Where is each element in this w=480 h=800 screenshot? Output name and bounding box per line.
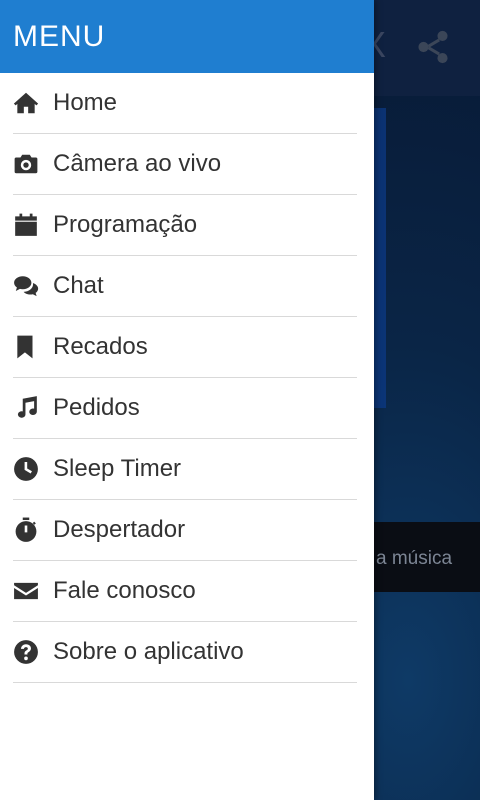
menu-item-label: Câmera ao vivo xyxy=(53,150,222,177)
calendar-icon xyxy=(13,212,39,238)
menu-item-chat[interactable]: Chat xyxy=(13,256,357,317)
question-icon xyxy=(13,639,39,665)
menu-list: Home Câmera ao vivo Programação Chat Rec… xyxy=(0,73,374,683)
share-icon[interactable] xyxy=(414,28,452,66)
menu-item-label: Programação xyxy=(53,211,198,238)
now-playing-text: a música xyxy=(376,548,453,569)
menu-item-label: Despertador xyxy=(53,516,186,543)
bookmark-icon xyxy=(13,334,39,360)
camera-icon xyxy=(13,151,39,177)
envelope-icon xyxy=(13,578,39,604)
stopwatch-icon xyxy=(13,517,39,543)
menu-item-label: Sobre o aplicativo xyxy=(53,638,244,665)
menu-item-alarm[interactable]: Despertador xyxy=(13,500,357,561)
chat-icon xyxy=(13,273,39,299)
menu-item-contact[interactable]: Fale conosco xyxy=(13,561,357,622)
music-icon xyxy=(13,395,39,421)
clock-icon xyxy=(13,456,39,482)
menu-item-sleep-timer[interactable]: Sleep Timer xyxy=(13,439,357,500)
menu-item-schedule[interactable]: Programação xyxy=(13,195,357,256)
menu-item-home[interactable]: Home xyxy=(13,73,357,134)
home-icon xyxy=(13,90,39,116)
menu-item-label: Pedidos xyxy=(53,394,140,421)
drawer-title: MENU xyxy=(13,19,106,53)
menu-item-messages[interactable]: Recados xyxy=(13,317,357,378)
menu-item-label: Sleep Timer xyxy=(53,455,182,482)
menu-item-label: Fale conosco xyxy=(53,577,196,604)
drawer-header: MENU xyxy=(0,0,374,73)
navigation-drawer: MENU Home Câmera ao vivo Programação Cha… xyxy=(0,0,374,800)
menu-item-label: Chat xyxy=(53,272,104,299)
menu-item-label: Recados xyxy=(53,333,148,360)
menu-item-about[interactable]: Sobre o aplicativo xyxy=(13,622,357,683)
menu-item-requests[interactable]: Pedidos xyxy=(13,378,357,439)
menu-item-label: Home xyxy=(53,89,118,116)
menu-item-camera[interactable]: Câmera ao vivo xyxy=(13,134,357,195)
